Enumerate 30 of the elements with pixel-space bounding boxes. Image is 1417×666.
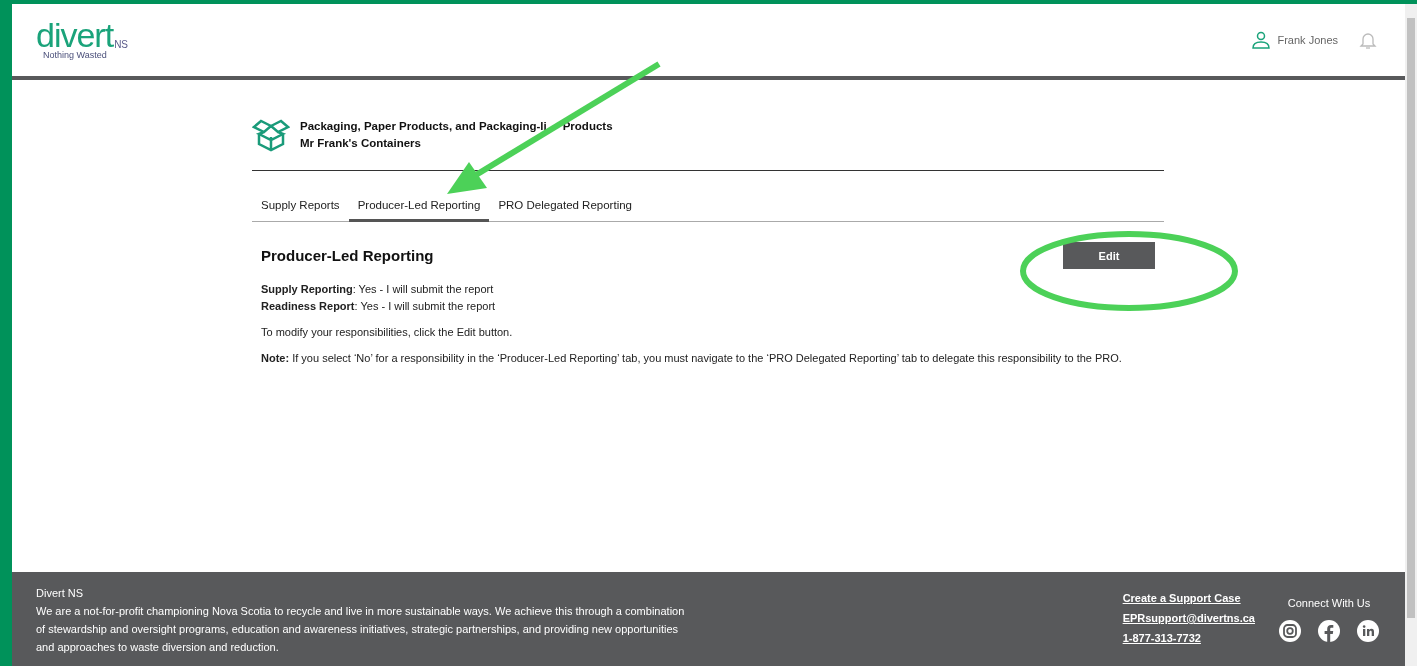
- field-line: Readiness Report: Yes - I will submit the report: [261, 299, 497, 314]
- scrollbar[interactable]: [1405, 4, 1417, 666]
- note-text: Note: If you select ‘No’ for a responsibility in the ‘Producer-Led Reporting’ tab, you must navigate to the ‘PRO Delegated Reporting’ tab to delegate this responsibility to the PRO.: [261, 351, 1123, 366]
- scrollbar-thumb[interactable]: [1407, 18, 1415, 618]
- company-name: Mr Frank's Containers: [300, 136, 422, 151]
- facebook-icon[interactable]: [1318, 620, 1340, 642]
- instruction-text: To modify your responsibilities, click the Edit button.: [261, 325, 514, 340]
- box-icon: [252, 118, 290, 152]
- logo-suffix: NS: [114, 39, 129, 50]
- user-name[interactable]: Frank Jones: [1277, 34, 1338, 46]
- tab[interactable]: PRO Delegated Reporting: [489, 191, 641, 222]
- bell-icon[interactable]: [1358, 30, 1378, 50]
- footer-link[interactable]: EPRsupport@divertns.ca: [1122, 610, 1255, 626]
- section-title: Producer-Led Reporting: [261, 247, 434, 264]
- instagram-icon[interactable]: [1279, 620, 1301, 642]
- linkedin-icon[interactable]: [1357, 620, 1379, 642]
- program-title: Products: [562, 119, 613, 134]
- tab[interactable]: Producer-Led Reporting: [348, 191, 490, 222]
- footer-link[interactable]: 1-877-313-7732: [1122, 630, 1255, 646]
- tab[interactable]: Supply Reports: [252, 191, 349, 222]
- user-icon[interactable]: [1251, 31, 1272, 49]
- footer-about: We are a not-for-profit championing Nova Scotia to recycle and live in more sustainable ways. We achieve this through a combination of stewardship and oversight programs, education and awareness initiatives, strategic partnerships, and providing new opportunities and approaches to waste diversion and reduction.: [36, 604, 686, 655]
- logo-wordmark: divert: [36, 20, 114, 50]
- logo-tagline: Nothing Wasted: [43, 50, 108, 60]
- social-heading: Connect With Us: [1287, 596, 1371, 611]
- footer-link[interactable]: Create a Support Case: [1122, 590, 1255, 606]
- program-title: Packaging, Paper Products, and Packaging-li: [300, 119, 547, 134]
- edit-button[interactable]: Edit: [1063, 242, 1155, 269]
- footer-org: Divert NS: [36, 586, 85, 601]
- field-line: Supply Reporting: Yes - I will submit the report: [261, 282, 495, 297]
